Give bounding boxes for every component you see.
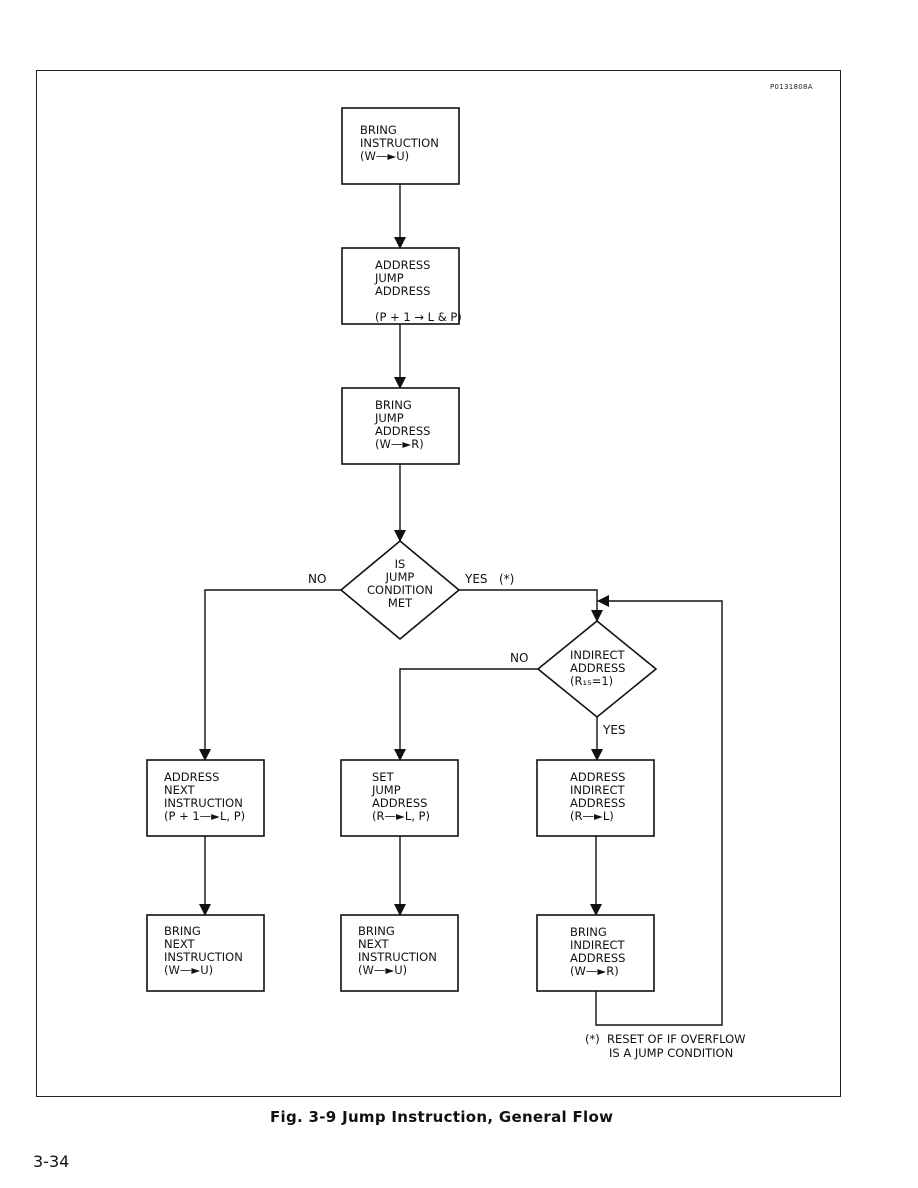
node-label-line: (R₁₅=1): [570, 674, 613, 688]
process-box-address-next-instruction: ADDRESSNEXTINSTRUCTION(P + 1—►L, P): [146, 759, 265, 837]
node-label-line: INDIRECT: [570, 648, 626, 662]
node-label-line: MET: [388, 596, 413, 610]
node-label-line: ADDRESS: [570, 661, 625, 675]
node-label-line: (W—►R): [570, 964, 619, 978]
node-label-line: INSTRUCTION: [358, 950, 437, 964]
edge-label-yes: YES: [602, 723, 626, 737]
node-label-line: JUMP: [374, 271, 404, 285]
node-label-line: BRING: [358, 924, 395, 938]
process-box-address-indirect-address: ADDRESSINDIRECTADDRESS(R—►L): [536, 759, 655, 837]
node-label-line: (W—►U): [164, 963, 213, 977]
footnote-marker: (*): [585, 1032, 600, 1046]
figure-caption: Fig. 3-9 Jump Instruction, General Flow: [270, 1108, 614, 1126]
node-label-line: NEXT: [358, 937, 390, 951]
node-label-line: BRING: [360, 123, 397, 137]
node-label-line: INDIRECT: [570, 938, 626, 952]
flowchart: BRINGINSTRUCTION(W—►U)ADDRESSJUMPADDRESS…: [146, 107, 723, 1026]
node-label-line: ADDRESS: [570, 796, 625, 810]
edge-is-jump-condition-met-to-indirect-address: [459, 589, 603, 622]
page-number: 3-34: [33, 1152, 70, 1171]
process-box-bring-next-instruction-1: BRINGNEXTINSTRUCTION(W—►U): [146, 914, 265, 992]
node-label-line: INSTRUCTION: [164, 796, 243, 810]
node-label-line: JUMP: [385, 570, 415, 584]
node-label-line: (R—►L): [570, 809, 614, 823]
footnote: (*) RESET OF IF OVERFLOW IS A JUMP CONDI…: [585, 1032, 746, 1060]
process-box-address-jump-address: ADDRESSJUMPADDRESS (P + 1 → L & P): [341, 247, 462, 325]
node-label-line: BRING: [375, 398, 412, 412]
node-label-line: JUMP: [371, 783, 401, 797]
node-label-line: ADDRESS: [375, 284, 430, 298]
node-label-line: CONDITION: [367, 583, 433, 597]
decision-is-jump-condition-met: ISJUMPCONDITIONMET: [339, 539, 461, 641]
decision-indirect-address: INDIRECTADDRESS(R₁₅=1): [536, 619, 658, 719]
node-label-line: INSTRUCTION: [164, 950, 243, 964]
node-label-line: SET: [372, 770, 395, 784]
node-label-line: ADDRESS: [375, 258, 430, 272]
node-label-line: NEXT: [164, 937, 196, 951]
process-box-bring-next-instruction-2: BRINGNEXTINSTRUCTION(W—►U): [340, 914, 459, 992]
edge-indirect-address-to-set-jump-address: [394, 668, 538, 761]
edge-label-no: NO: [510, 651, 528, 665]
node-label-line: NEXT: [164, 783, 196, 797]
node-label-line: ADDRESS: [570, 951, 625, 965]
process-box-bring-instruction: BRINGINSTRUCTION(W—►U): [341, 107, 460, 185]
node-label-line: (P + 1 → L & P): [375, 310, 462, 324]
node-label-line: BRING: [164, 924, 201, 938]
node-label-line: INDIRECT: [570, 783, 626, 797]
edge-label-no: NO: [308, 572, 326, 586]
edge-label-yes: YES (*): [464, 572, 514, 586]
node-label-line: BRING: [570, 925, 607, 939]
node-label-line: JUMP: [374, 411, 404, 425]
process-box-bring-indirect-address: BRINGINDIRECTADDRESS(W—►R): [536, 914, 655, 992]
node-label-line: (W—►U): [360, 149, 409, 163]
footnote-line-2: IS A JUMP CONDITION: [609, 1046, 734, 1060]
footnote-line-1: RESET OF IF OVERFLOW: [607, 1032, 746, 1046]
process-box-bring-jump-address: BRINGJUMPADDRESS(W—►R): [341, 387, 460, 465]
node-label-line: (P + 1—►L, P): [164, 809, 245, 823]
node-label-line: (W—►R): [375, 437, 424, 451]
node-label-line: ADDRESS: [375, 424, 430, 438]
edge-is-jump-condition-met-to-address-next-instruction: [199, 589, 341, 761]
process-box-set-jump-address: SETJUMPADDRESS(R—►L, P): [340, 759, 459, 837]
node-label-line: (R—►L, P): [372, 809, 430, 823]
node-label-line: ADDRESS: [372, 796, 427, 810]
node-label-line: INSTRUCTION: [360, 136, 439, 150]
node-label-line: ADDRESS: [164, 770, 219, 784]
node-label-line: IS: [395, 557, 406, 571]
node-label-line: (W—►U): [358, 963, 407, 977]
node-label-line: ADDRESS: [570, 770, 625, 784]
